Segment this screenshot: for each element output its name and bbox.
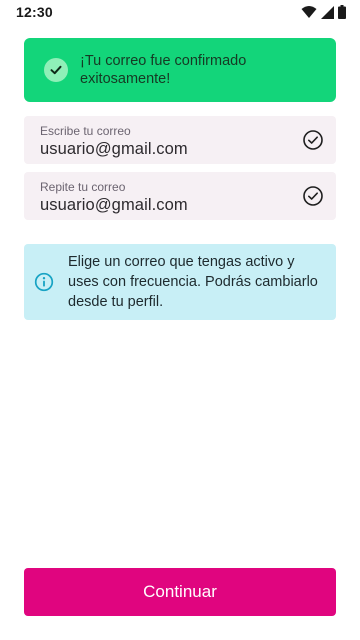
check-circle-outline-icon: [303, 186, 323, 206]
info-box: Elige un correo que tengas activo y uses…: [24, 244, 336, 320]
status-time: 12:30: [16, 4, 53, 20]
confirm-email-field[interactable]: Repite tu correo usuario@gmail.com: [24, 172, 336, 220]
info-icon: [34, 272, 54, 292]
battery-icon: [338, 5, 346, 19]
status-icons: [301, 5, 346, 19]
check-circle-outline-icon: [303, 130, 323, 150]
continue-button[interactable]: Continuar: [24, 568, 336, 616]
info-text: Elige un correo que tengas activo y uses…: [68, 254, 318, 310]
toast-message: ¡Tu correo fue confirmado exitosamente!: [80, 53, 247, 87]
email-field-value[interactable]: usuario@gmail.com: [40, 139, 322, 159]
confirm-email-field-label: Repite tu correo: [40, 180, 126, 194]
status-bar: 12:30: [0, 0, 360, 24]
check-circle-icon: [44, 58, 68, 82]
screen: 12:30 ¡Tu correo fue confirmado exitosam…: [0, 0, 360, 640]
confirm-email-field-value[interactable]: usuario@gmail.com: [40, 195, 322, 215]
email-field-label: Escribe tu correo: [40, 124, 131, 138]
email-field[interactable]: Escribe tu correo usuario@gmail.com: [24, 116, 336, 164]
wifi-icon: [301, 6, 317, 18]
success-toast: ¡Tu correo fue confirmado exitosamente!: [24, 38, 336, 102]
signal-icon: [321, 5, 334, 19]
